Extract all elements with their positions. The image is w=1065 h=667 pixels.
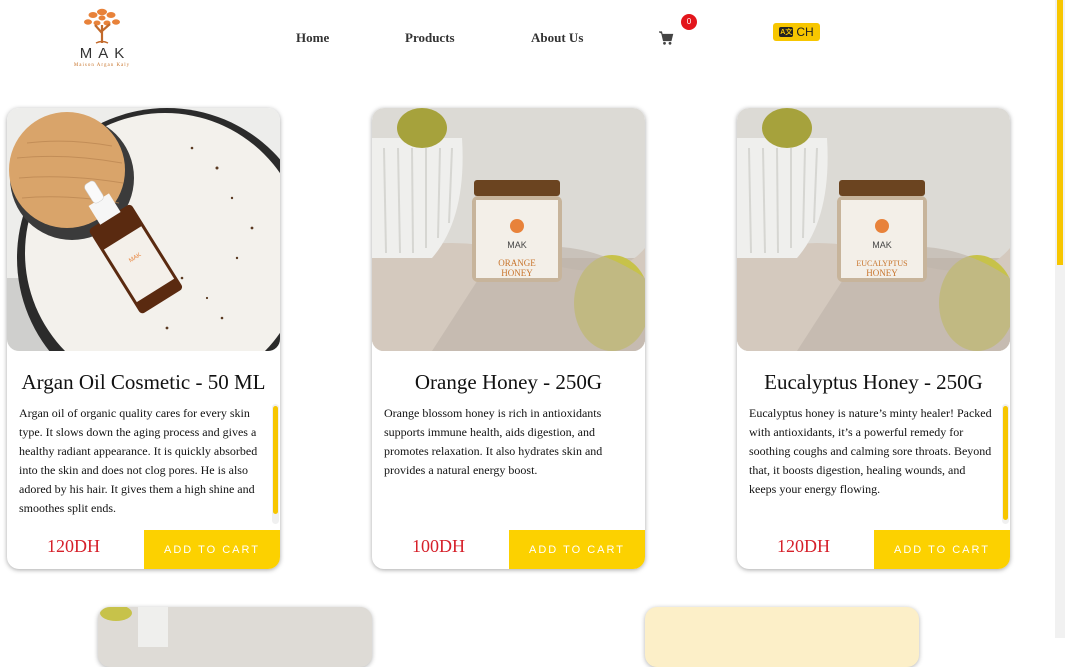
description-scrollbar[interactable] [272, 404, 279, 524]
product-description: Argan oil of organic quality cares for e… [19, 406, 258, 515]
translate-icon: A文 [779, 27, 794, 37]
jar-label-line2: HONEY [866, 268, 898, 278]
language-label: CH [796, 25, 814, 39]
product-title: Orange Honey - 250G [414, 370, 603, 394]
description-scroll-thumb[interactable] [273, 406, 278, 514]
language-toggle[interactable]: A文 CH [773, 23, 820, 41]
nav-about-link[interactable]: About Us [531, 30, 583, 46]
brand-logo[interactable]: MAK Maison Argan Kaly [66, 3, 138, 73]
jar-label-line1: ORANGE [498, 258, 536, 268]
brand-name: MAK [79, 45, 131, 62]
product-image-eucalyptus-honey[interactable]: MAK EUCALYPTUS HONEY [737, 108, 1010, 351]
cart-icon [659, 31, 674, 45]
brand-tagline: Maison Argan Kaly [73, 63, 131, 68]
nav-products-link[interactable]: Products [405, 30, 455, 46]
nav-home-link[interactable]: Home [296, 30, 329, 46]
description-scrollbar[interactable] [1002, 404, 1009, 524]
jar-label-line1: EUCALYPTUS [856, 259, 907, 268]
tree-logo-icon [84, 8, 120, 44]
product-description: Eucalyptus honey is nature’s minty heale… [749, 406, 992, 496]
description-scroll-thumb[interactable] [1003, 406, 1008, 520]
add-to-cart-button[interactable]: ADD TO CART [874, 530, 1010, 569]
product-card: MAK EUCALYPTUS HONEY Eucalyptus Honey - … [737, 108, 1010, 569]
product-image-orange-honey[interactable]: MAK ORANGE HONEY [372, 108, 645, 351]
product-title: Argan Oil Cosmetic - 50 ML [21, 370, 266, 394]
product-card: MAK ORANGE HONEY Orange Honey - 250G Ora… [372, 108, 645, 569]
add-to-cart-button[interactable]: ADD TO CART [144, 530, 280, 569]
cart-count-badge: 0 [681, 14, 697, 30]
cart-button[interactable] [658, 30, 674, 51]
product-card-partial [98, 607, 372, 667]
product-price: 120DH [777, 536, 830, 556]
product-card-partial [645, 607, 919, 667]
svg-text:MAK: MAK [872, 240, 892, 250]
product-price: 100DH [412, 536, 465, 556]
page-scrollbar[interactable] [1055, 0, 1065, 638]
product-title: Eucalyptus Honey - 250G [764, 370, 983, 394]
jar-label-line2: HONEY [501, 268, 533, 278]
product-price: 120DH [47, 536, 100, 556]
page-scroll-thumb[interactable] [1057, 0, 1063, 265]
product-image-argan-oil[interactable]: MAK [7, 108, 280, 351]
svg-text:MAK: MAK [507, 240, 527, 250]
product-card: MAK Argan Oil Cosmetic - 50 ML Argan oil… [7, 108, 280, 569]
product-description: Orange blossom honey is rich in antioxid… [384, 406, 603, 477]
add-to-cart-button[interactable]: ADD TO CART [509, 530, 645, 569]
